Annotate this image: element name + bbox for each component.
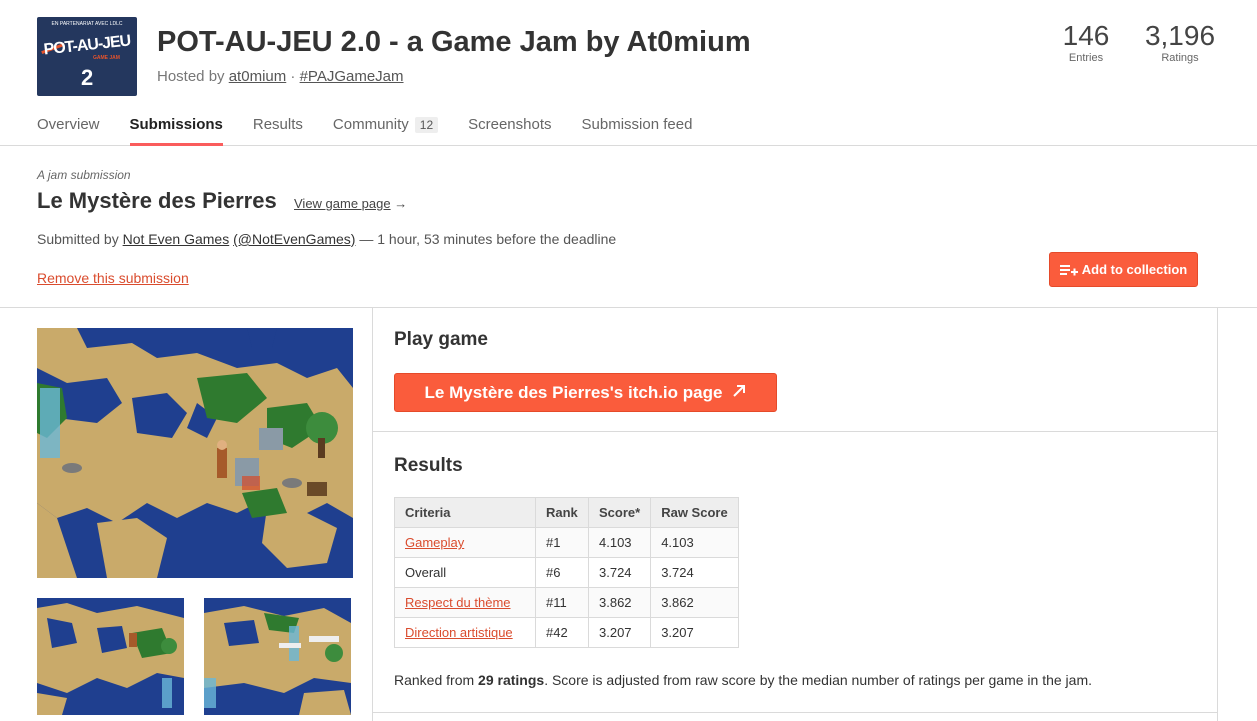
screenshot-main[interactable]	[37, 328, 353, 578]
hosted-separator: ·	[286, 68, 300, 85]
tab-community-label: Community	[332, 116, 409, 133]
jam-header: EN PARTENARIAT AVEC LDLC POT-AU-JEU GAME…	[0, 0, 1257, 146]
add-to-collection-button[interactable]: Add to collection	[1049, 252, 1198, 287]
add-to-collection-label: Add to collection	[1081, 262, 1188, 277]
entries-count: 146	[1062, 20, 1110, 51]
raw-score-cell: 3.862	[650, 587, 739, 618]
game-title: Le Mystère des Pierres	[37, 188, 277, 213]
criteria-link-theme[interactable]: Respect du thème	[405, 595, 511, 610]
raw-score-cell: 3.207	[650, 617, 739, 648]
logo-partner-text: EN PARTENARIAT AVEC LDLC	[51, 21, 123, 27]
col-raw-score: Raw Score	[650, 497, 739, 528]
entries-label: Entries	[1068, 52, 1104, 64]
ratings-stat: 3,196 Ratings	[1140, 20, 1220, 64]
rank-cell: #11	[535, 587, 589, 618]
screenshot-thumb-1[interactable]	[37, 598, 184, 715]
tab-screenshots[interactable]: Screenshots	[468, 116, 551, 146]
author-link[interactable]: Not Even Games	[123, 231, 230, 247]
ratings-label: Ratings	[1161, 52, 1199, 64]
screenshot-thumb-2[interactable]	[204, 598, 351, 715]
rank-cell: #1	[535, 527, 589, 558]
score-cell: 3.207	[587, 617, 652, 648]
criteria-cell: Overall	[394, 557, 536, 588]
tab-submission-feed[interactable]: Submission feed	[582, 116, 693, 146]
logo-number: 2	[81, 65, 94, 90]
tab-community[interactable]: Community 12	[332, 116, 439, 146]
raw-score-cell: 3.724	[650, 557, 739, 588]
raw-score-cell: 4.103	[650, 527, 739, 558]
table-row: Overall #6 3.724 3.724	[394, 557, 739, 588]
play-game-heading: Play game	[394, 329, 488, 350]
score-cell: 3.724	[587, 557, 652, 588]
itch-page-button-label: Le Mystère des Pierres's itch.io page	[424, 382, 723, 402]
jam-nav: Overview Submissions Results Community 12…	[37, 116, 722, 146]
criteria-cell: Gameplay	[394, 527, 536, 558]
results-section: Results Criteria Rank Score* Raw Score G…	[373, 433, 1217, 713]
col-score: Score*	[587, 497, 652, 528]
rank-cell: #6	[535, 557, 589, 588]
jam-title[interactable]: POT-AU-JEU 2.0 - a Game Jam by At0mium	[157, 26, 751, 59]
results-header-row: Criteria Rank Score* Raw Score	[394, 497, 739, 528]
jam-hosted-line: Hosted by at0mium · #PAJGameJam	[157, 68, 404, 85]
logo-main-text: POT-AU-JEU	[42, 32, 132, 59]
jam-logo[interactable]: EN PARTENARIAT AVEC LDLC POT-AU-JEU GAME…	[37, 17, 137, 96]
logo-sub-text: GAME JAM	[93, 55, 120, 61]
ranked-note: Ranked from 29 ratings. Score is adjuste…	[394, 672, 1092, 688]
submission-kicker: A jam submission	[37, 168, 131, 182]
community-count-badge: 12	[414, 117, 439, 133]
score-cell: 3.862	[587, 587, 652, 618]
ratings-count: 3,196	[1144, 20, 1216, 51]
score-cell: 4.103	[587, 527, 652, 558]
criteria-cell: Respect du thème	[394, 587, 536, 618]
ranked-note-prefix: Ranked from	[394, 672, 479, 688]
tab-overview[interactable]: Overview	[37, 116, 100, 146]
tab-results[interactable]: Results	[253, 116, 303, 146]
col-criteria: Criteria	[394, 497, 536, 528]
tab-submissions[interactable]: Submissions	[129, 116, 224, 146]
author-handle-link[interactable]: (@NotEvenGames)	[233, 231, 355, 247]
submitted-by-line: Submitted by Not Even Games (@NotEvenGam…	[37, 231, 616, 247]
col-rank: Rank	[535, 497, 589, 528]
right-arrow-icon: →	[394, 196, 408, 211]
results-table: Criteria Rank Score* Raw Score Gameplay …	[394, 497, 739, 648]
hashtag-link[interactable]: #PAJGameJam	[300, 68, 404, 85]
play-game-section: Play game Le Mystère des Pierres's itch.…	[373, 308, 1217, 432]
entries-stat: 146 Entries	[1058, 20, 1114, 64]
criteria-link-gameplay[interactable]: Gameplay	[405, 535, 464, 550]
table-row: Gameplay #1 4.103 4.103	[394, 527, 739, 558]
byline-prefix: Submitted by	[37, 231, 123, 247]
criteria-cell: Direction artistique	[394, 617, 536, 648]
external-arrow-icon	[732, 383, 746, 403]
submission-info: A jam submission Le Mystère des Pierres …	[0, 146, 1257, 308]
add-to-list-icon	[1059, 263, 1078, 277]
ratings-count-bold: 29 ratings	[478, 672, 545, 688]
rank-cell: #42	[535, 617, 589, 648]
itch-page-button[interactable]: Le Mystère des Pierres's itch.io page	[394, 373, 777, 412]
view-game-page-label: View game page	[294, 196, 391, 211]
table-row: Respect du thème #11 3.862 3.862	[394, 587, 739, 618]
host-link[interactable]: at0mium	[229, 68, 287, 85]
table-row: Direction artistique #42 3.207 3.207	[394, 617, 739, 648]
criteria-link-art-direction[interactable]: Direction artistique	[405, 625, 513, 640]
view-game-page-link[interactable]: View game page →	[294, 196, 407, 211]
remove-submission-link[interactable]: Remove this submission	[37, 270, 189, 286]
results-heading: Results	[394, 455, 463, 476]
ranked-note-suffix: . Score is adjusted from raw score by th…	[544, 672, 1092, 688]
byline-suffix: — 1 hour, 53 minutes before the deadline	[355, 231, 617, 247]
hosted-prefix: Hosted by	[157, 68, 229, 85]
right-panel: Play game Le Mystère des Pierres's itch.…	[372, 308, 1218, 721]
